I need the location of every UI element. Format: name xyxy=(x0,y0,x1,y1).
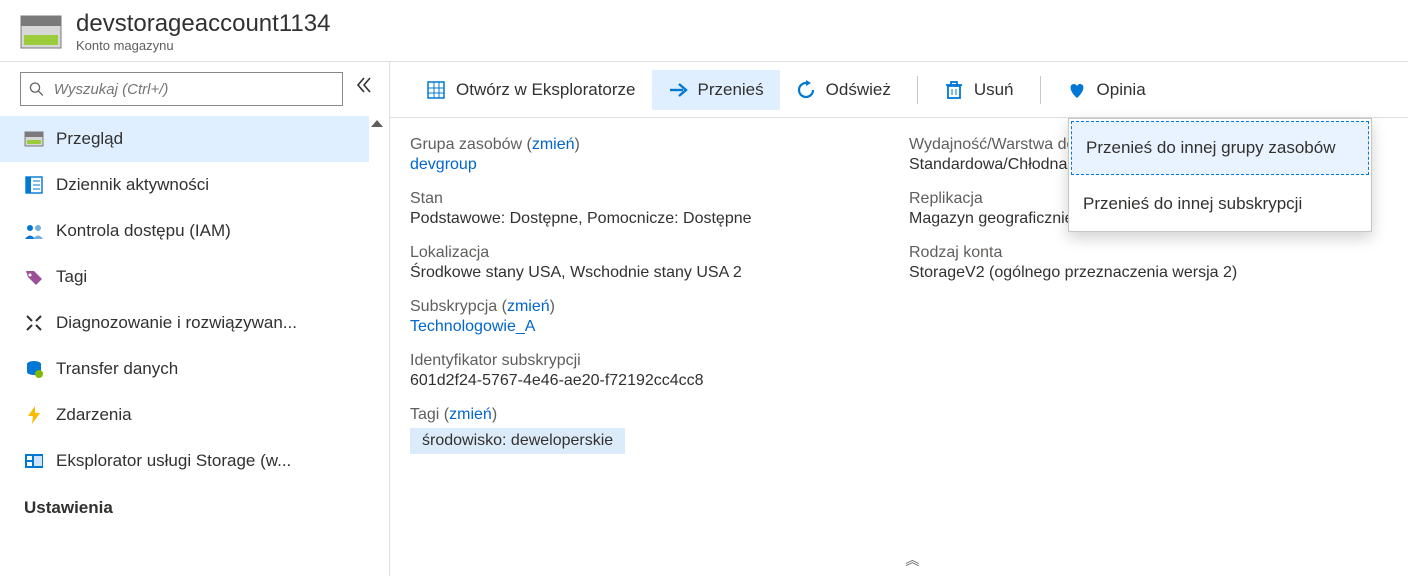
field-subscription: Subskrypcja (zmień) Technologowie_A xyxy=(410,298,889,336)
sidebar-item-tags[interactable]: Tagi xyxy=(0,254,369,300)
label-text: Tagi xyxy=(410,406,439,423)
command-bar: Otwórz w Eksploratorze Przenieś Odśwież … xyxy=(390,62,1408,118)
toolbar-separator xyxy=(917,76,918,104)
label-text: Rodzaj konta xyxy=(909,244,1388,262)
sidebar-item-iam[interactable]: Kontrola dostępu (IAM) xyxy=(0,208,369,254)
label-text: Identyfikator subskrypcji xyxy=(410,352,889,370)
sidebar-item-data-transfer[interactable]: Transfer danych xyxy=(0,346,369,392)
scroll-up-icon[interactable] xyxy=(369,116,385,132)
sidebar-item-label: Transfer danych xyxy=(56,359,178,379)
value-text: 601d2f24-5767-4e46-ae20-f72192cc4cc8 xyxy=(410,372,889,390)
delete-button[interactable]: Usuń xyxy=(928,70,1030,110)
heart-icon xyxy=(1067,80,1087,100)
search-icon xyxy=(29,81,44,97)
feedback-button[interactable]: Opinia xyxy=(1051,70,1162,110)
collapse-essentials-icon[interactable]: ︽ xyxy=(905,550,919,570)
arrow-right-icon xyxy=(668,80,688,100)
toolbar-label: Odśwież xyxy=(826,80,891,100)
move-dropdown: Przenieś do innej grupy zasobów Przenieś… xyxy=(1068,118,1372,232)
sidebar-item-label: Tagi xyxy=(56,267,87,287)
move-to-sub-item[interactable]: Przenieś do innej subskrypcji xyxy=(1069,177,1371,231)
tags-icon xyxy=(24,267,44,287)
label-text: Stan xyxy=(410,190,889,208)
change-link[interactable]: zmień xyxy=(449,406,492,423)
sidebar-item-events[interactable]: Zdarzenia xyxy=(0,392,369,438)
value-text: StorageV2 (ogólnego przeznaczenia wersja… xyxy=(909,264,1388,282)
table-icon xyxy=(426,80,446,100)
collapse-sidebar-icon[interactable] xyxy=(355,76,373,94)
sidebar-nav: Przegląd Dziennik aktywności Kontrola do… xyxy=(0,116,389,576)
refresh-button[interactable]: Odśwież xyxy=(780,70,907,110)
events-icon xyxy=(24,405,44,425)
overview-icon xyxy=(24,129,44,149)
field-resource-group: Grupa zasobów (zmień) devgroup xyxy=(410,136,889,174)
sidebar-item-label: Kontrola dostępu (IAM) xyxy=(56,221,231,241)
open-in-explorer-button[interactable]: Otwórz w Eksploratorze xyxy=(410,70,652,110)
field-subscription-id: Identyfikator subskrypcji 601d2f24-5767-… xyxy=(410,352,889,390)
toolbar-label: Usuń xyxy=(974,80,1014,100)
toolbar-separator xyxy=(1040,76,1041,104)
label-text: Grupa zasobów xyxy=(410,136,522,153)
sidebar-item-label: Diagnozowanie i rozwiązywan... xyxy=(56,313,297,333)
sidebar-item-label: Przegląd xyxy=(56,129,123,149)
page-title: devstorageaccount1134 xyxy=(76,10,330,38)
toolbar-label: Opinia xyxy=(1097,80,1146,100)
data-transfer-icon xyxy=(24,359,44,379)
sidebar: Przegląd Dziennik aktywności Kontrola do… xyxy=(0,62,390,576)
sidebar-item-activity-log[interactable]: Dziennik aktywności xyxy=(0,162,369,208)
label-text: Subskrypcja xyxy=(410,298,497,315)
refresh-icon xyxy=(796,80,816,100)
sidebar-item-label: Dziennik aktywności xyxy=(56,175,209,195)
sidebar-item-diagnose[interactable]: Diagnozowanie i rozwiązywan... xyxy=(0,300,369,346)
iam-icon xyxy=(24,221,44,241)
blade-header: devstorageaccount1134 Konto magazynu xyxy=(0,0,1408,62)
sidebar-item-overview[interactable]: Przegląd xyxy=(0,116,369,162)
sidebar-item-label: Eksplorator usługi Storage (w... xyxy=(56,451,291,471)
sidebar-section-settings: Ustawienia xyxy=(0,484,369,526)
toolbar-label: Otwórz w Eksploratorze xyxy=(456,80,636,100)
resource-group-link[interactable]: devgroup xyxy=(410,156,889,174)
search-input-wrapper[interactable] xyxy=(20,72,343,106)
toolbar-label: Przenieś xyxy=(698,80,764,100)
essentials-left: Grupa zasobów (zmień) devgroup Stan Pods… xyxy=(410,136,889,568)
field-location: Lokalizacja Środkowe stany USA, Wschodni… xyxy=(410,244,889,282)
tag-chip[interactable]: środowisko: deweloperskie xyxy=(410,428,625,454)
storage-account-icon xyxy=(20,15,62,49)
field-account-kind: Rodzaj konta StorageV2 (ogólnego przezna… xyxy=(909,244,1388,282)
field-tags: Tagi (zmień) środowisko: deweloperskie xyxy=(410,406,889,454)
content-pane: Otwórz w Eksploratorze Przenieś Odśwież … xyxy=(390,62,1408,576)
value-text: Środkowe stany USA, Wschodnie stany USA … xyxy=(410,264,889,282)
change-link[interactable]: zmień xyxy=(507,298,550,315)
sidebar-item-storage-explorer[interactable]: Eksplorator usługi Storage (w... xyxy=(0,438,369,484)
search-input[interactable] xyxy=(52,80,334,99)
subscription-link[interactable]: Technologowie_A xyxy=(410,318,889,336)
storage-explorer-icon xyxy=(24,451,44,471)
change-link[interactable]: zmień xyxy=(532,136,575,153)
value-text: Podstawowe: Dostępne, Pomocnicze: Dostęp… xyxy=(410,210,889,228)
trash-icon xyxy=(944,80,964,100)
resource-type-label: Konto magazynu xyxy=(76,38,330,53)
label-text: Lokalizacja xyxy=(410,244,889,262)
diagnose-icon xyxy=(24,313,44,333)
move-button[interactable]: Przenieś xyxy=(652,70,780,110)
move-to-rg-item[interactable]: Przenieś do innej grupy zasobów xyxy=(1071,121,1369,175)
field-status: Stan Podstawowe: Dostępne, Pomocnicze: D… xyxy=(410,190,889,228)
sidebar-item-label: Zdarzenia xyxy=(56,405,132,425)
app-root: devstorageaccount1134 Konto magazynu Prz… xyxy=(0,0,1408,576)
activity-log-icon xyxy=(24,175,44,195)
